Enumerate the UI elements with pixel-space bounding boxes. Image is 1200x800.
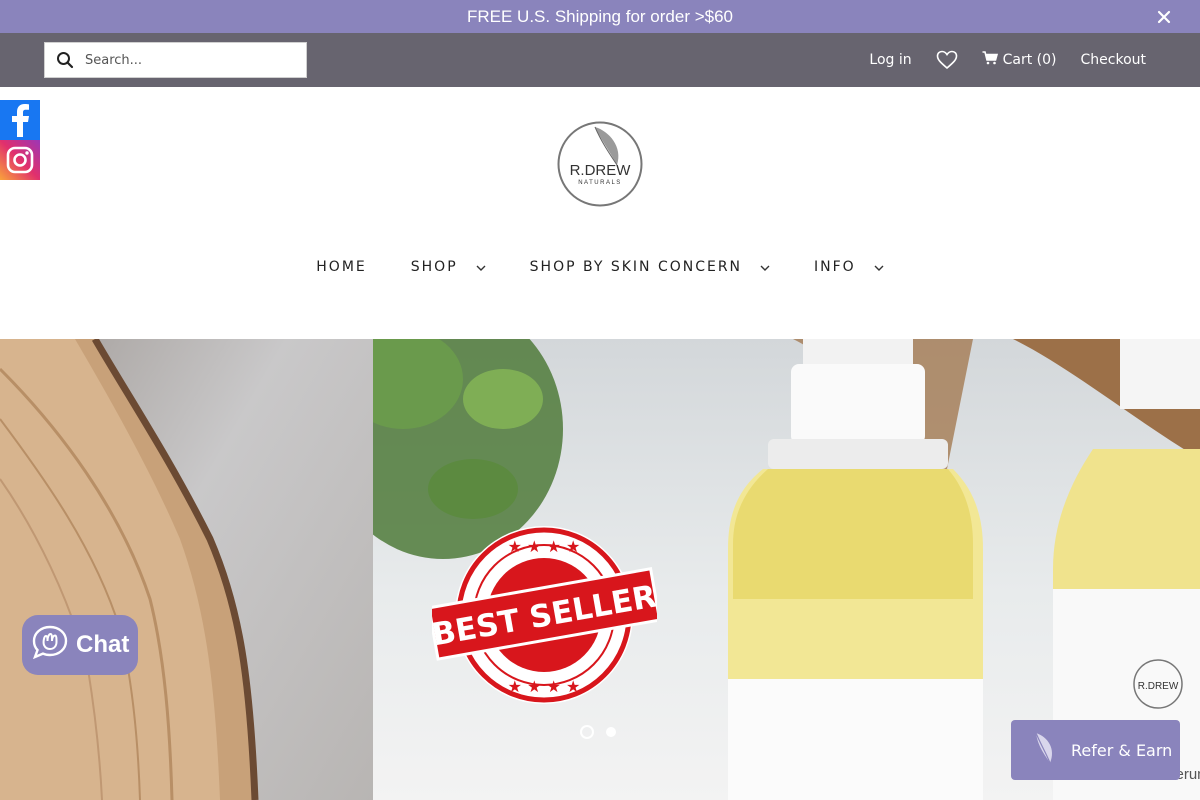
svg-text:★ ★ ★ ★: ★ ★ ★ ★ [508,537,581,556]
svg-text:★ ★ ★ ★: ★ ★ ★ ★ [508,677,581,696]
refer-earn-button[interactable]: Refer & Earn [1011,720,1180,780]
hero-wood-image [0,339,373,800]
nav-item-label: SHOP BY SKIN CONCERN [529,259,743,275]
slider-dot-2[interactable] [606,727,616,737]
top-bar: Log in Cart (0) Checkout [0,33,1200,87]
nav-item-skin-concern[interactable]: SHOP BY SKIN CONCERN [530,259,770,275]
slider-dots [580,725,616,739]
close-icon[interactable] [1154,0,1174,33]
facebook-icon[interactable] [0,100,40,140]
best-seller-badge: ★ ★ ★ ★ ★ ★ ★ ★ BEST SELLER [427,524,662,706]
chat-bubble-icon [32,625,68,666]
announcement-text: FREE U.S. Shipping for order >$60 [467,7,733,26]
chat-button[interactable]: Chat [22,615,138,675]
nav-item-home[interactable]: HOME [316,259,366,275]
cart-icon [982,51,998,69]
cart-label: Cart (0) [1002,52,1057,68]
cart-link[interactable]: Cart (0) [982,51,1057,69]
search-icon[interactable] [45,42,85,78]
logo-text-main: R.DREW [570,162,632,179]
bottle-brand-label: R.DREW [1138,681,1179,692]
chevron-down-icon [476,259,486,275]
announcement-bar: FREE U.S. Shipping for order >$60 [0,0,1200,33]
chevron-down-icon [874,259,884,275]
top-links: Log in Cart (0) Checkout [869,33,1146,87]
refer-label: Refer & Earn [1071,740,1173,760]
search-input[interactable] [85,52,295,68]
logo-text-sub: NATURALS [578,180,622,186]
nav-item-label: HOME [316,259,367,275]
nav-item-info[interactable]: INFO [814,259,884,275]
brand-logo[interactable]: R.DREW NATURALS [557,121,643,207]
nav-item-label: SHOP [410,259,458,275]
leaf-icon [1031,731,1057,769]
social-sidebar [0,100,40,180]
instagram-icon[interactable] [0,140,40,180]
heart-icon[interactable] [936,50,958,70]
chevron-down-icon [760,259,770,275]
checkout-link[interactable]: Checkout [1081,52,1147,68]
slider-dot-1[interactable] [580,725,594,739]
login-link[interactable]: Log in [869,52,911,68]
nav-item-label: INFO [814,259,856,275]
chat-label: Chat [76,631,130,658]
main-navigation: HOME SHOP SHOP BY SKIN CONCERN INFO [0,250,1200,284]
nav-item-shop[interactable]: SHOP [411,259,486,275]
search-box[interactable] [44,42,307,78]
